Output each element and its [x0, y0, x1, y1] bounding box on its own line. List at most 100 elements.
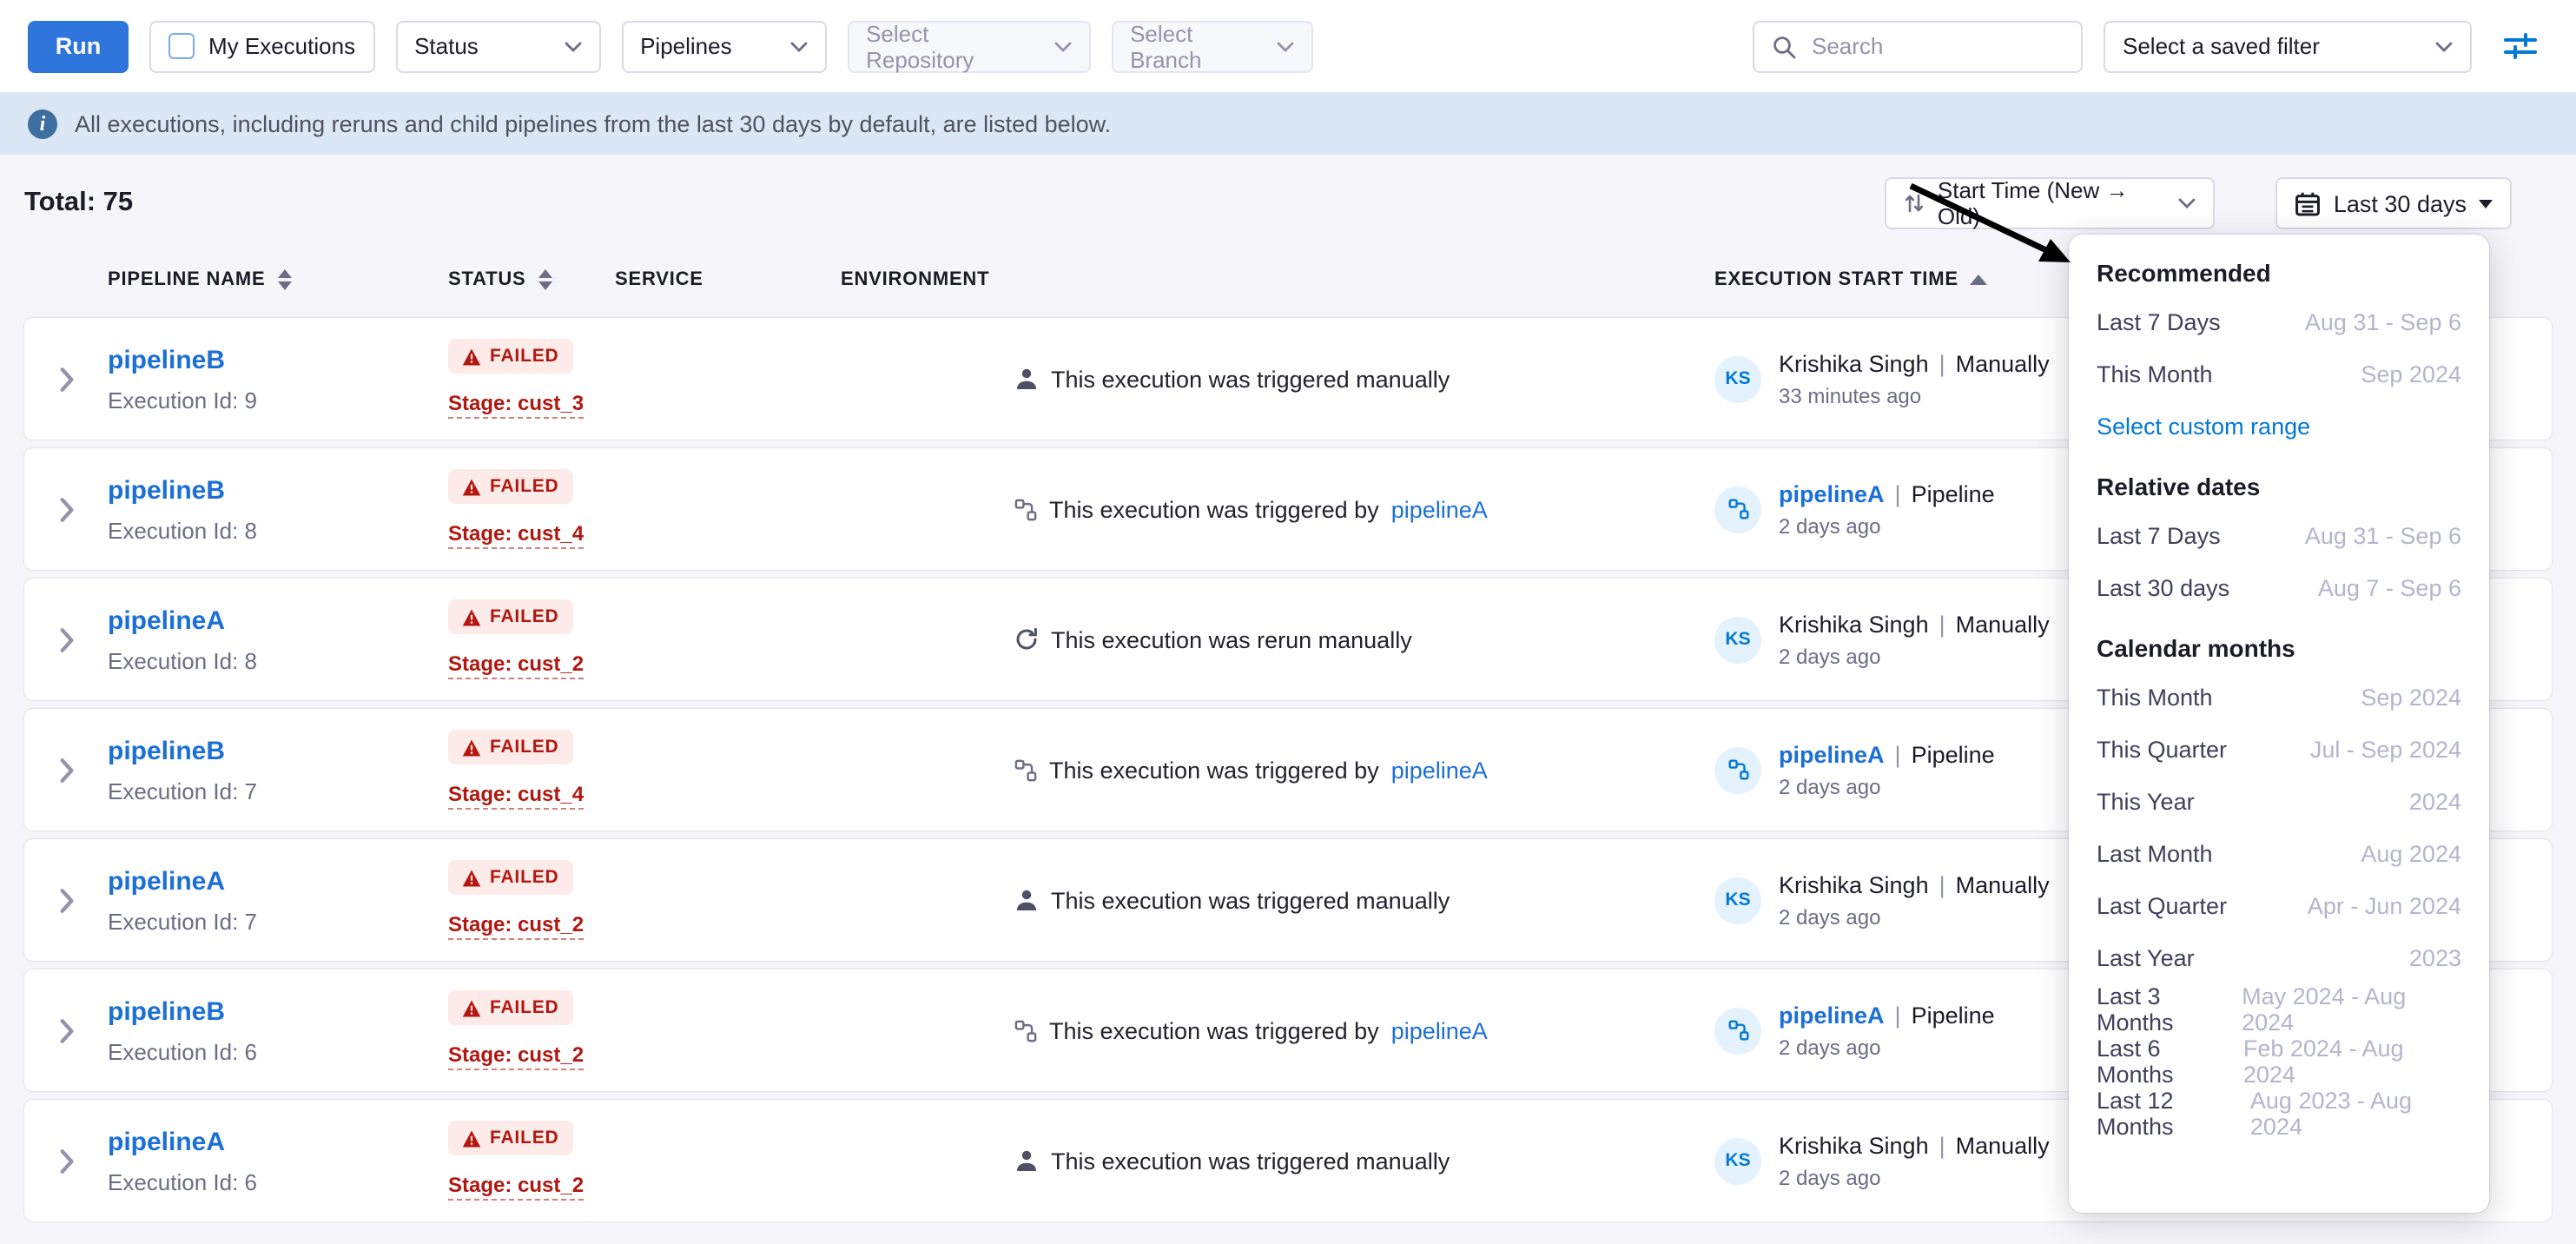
expand-chevron-icon[interactable]	[58, 626, 74, 652]
date-menu-item[interactable]: Last Year 2023	[2097, 931, 2461, 983]
execution-time: 2 days ago	[1779, 644, 2050, 668]
date-menu-item[interactable]: Last Month Aug 2024	[2097, 827, 2461, 879]
column-header-status[interactable]: STATUS	[448, 269, 615, 290]
sort-toggle-icon[interactable]	[278, 269, 292, 290]
warning-icon	[462, 478, 481, 497]
date-menu-section: Relative dates Last 7 Days Aug 31 - Sep …	[2097, 473, 2461, 613]
info-banner: i All executions, including reruns and c…	[0, 92, 2576, 155]
sort-select[interactable]: Start Time (New → Old)	[1886, 177, 2216, 229]
failed-stage-link[interactable]: Stage: cust_2	[448, 912, 584, 940]
run-button[interactable]: Run	[28, 20, 129, 72]
date-range-menu: Recommended Last 7 Days Aug 31 - Sep 6 T…	[2069, 235, 2489, 1213]
date-menu-item-range: Aug 31 - Sep 6	[2305, 522, 2461, 548]
trigger-pipeline-link[interactable]: pipelineA	[1391, 1017, 1488, 1043]
branch-filter-select[interactable]: Select Branch	[1111, 20, 1312, 72]
failed-stage-link[interactable]: Stage: cust_3	[448, 391, 584, 419]
pipeline-name-link[interactable]: pipelineA	[108, 1127, 225, 1156]
status-badge: FAILED	[448, 861, 573, 896]
date-menu-item-label: This Quarter	[2097, 736, 2227, 762]
my-executions-checkbox[interactable]	[168, 33, 195, 59]
date-range-button[interactable]: Last 30 days	[2276, 177, 2512, 229]
date-menu-item-label: This Month	[2097, 361, 2213, 387]
chevron-down-icon	[1054, 41, 1071, 51]
starter-pipeline-link[interactable]: pipelineA	[1779, 480, 1885, 506]
execution-time: 33 minutes ago	[1779, 383, 2050, 407]
column-header-pipeline-name[interactable]: PIPELINE NAME	[108, 269, 448, 290]
pipeline-name-link[interactable]: pipelineB	[108, 345, 225, 374]
execution-time: 2 days ago	[1779, 1035, 1995, 1059]
failed-stage-link[interactable]: Stage: cust_4	[448, 521, 584, 549]
pipeline-name-link[interactable]: pipelineB	[108, 736, 225, 765]
date-menu-item-range: Aug 7 - Sep 6	[2318, 574, 2461, 600]
pipeline-trigger-icon	[1014, 1019, 1037, 1042]
trigger-info: This execution was rerun manually	[1014, 626, 1631, 652]
execution-time: 2 days ago	[1779, 1165, 2050, 1189]
pipelines-filter-select[interactable]: Pipelines	[621, 20, 826, 72]
status-filter-select[interactable]: Status	[395, 20, 600, 72]
filter-sliders-icon[interactable]	[2503, 31, 2538, 61]
failed-stage-link[interactable]: Stage: cust_4	[448, 782, 584, 810]
date-menu-item[interactable]: This Month Sep 2024	[2097, 671, 2461, 723]
pipeline-name-link[interactable]: pipelineA	[108, 866, 225, 896]
trigger-text: This execution was triggered manually	[1051, 887, 1450, 913]
date-menu-section: Calendar months This Month Sep 2024 This…	[2097, 634, 2461, 1140]
date-menu-custom-range-link[interactable]: Select custom range	[2097, 400, 2461, 452]
date-menu-item[interactable]: This Year 2024	[2097, 775, 2461, 827]
warning-icon	[462, 999, 481, 1018]
date-menu-item-label: Last Quarter	[2097, 892, 2227, 918]
pipeline-name-link[interactable]: pipelineA	[108, 605, 225, 635]
date-menu-item-range: 2023	[2409, 944, 2461, 970]
sort-select-label: Start Time (New → Old)	[1938, 177, 2167, 229]
date-menu-item-label: Last 30 days	[2097, 574, 2229, 600]
date-menu-item[interactable]: Last 6 Months Feb 2024 - Aug 2024	[2097, 1036, 2461, 1088]
search-input[interactable]	[1808, 31, 2064, 61]
expand-chevron-icon[interactable]	[58, 1017, 74, 1043]
starter-pipeline-link[interactable]: pipelineA	[1779, 1002, 1885, 1028]
trigger-text: This execution was triggered by	[1049, 757, 1379, 783]
date-menu-item[interactable]: Last 3 Months May 2024 - Aug 2024	[2097, 983, 2461, 1036]
chevron-down-icon	[2179, 198, 2196, 208]
pipeline-name-link[interactable]: pipelineB	[108, 996, 225, 1026]
date-menu-item[interactable]: This Month Sep 2024	[2097, 347, 2461, 400]
rerun-icon	[1014, 627, 1039, 652]
date-menu-item[interactable]: Last 7 Days Aug 31 - Sep 6	[2097, 295, 2461, 347]
expand-chevron-icon[interactable]	[58, 887, 74, 913]
trigger-pipeline-link[interactable]: pipelineA	[1391, 496, 1488, 522]
expand-chevron-icon[interactable]	[58, 496, 74, 522]
date-menu-item-label: This Month	[2097, 684, 2213, 710]
expand-chevron-icon[interactable]	[58, 1148, 74, 1174]
date-menu-item-label: Last 12 Months	[2097, 1088, 2250, 1140]
date-menu-item-range: 2024	[2409, 788, 2461, 814]
toolbar: Run My Executions Status Pipelines Selec…	[0, 0, 2576, 92]
date-menu-item[interactable]: Last 7 Days Aug 31 - Sep 6	[2097, 509, 2461, 561]
starter-pipeline-link[interactable]: pipelineA	[1779, 741, 1885, 767]
repository-filter-select[interactable]: Select Repository	[847, 20, 1090, 72]
expand-chevron-icon[interactable]	[58, 366, 74, 392]
status-badge: FAILED	[448, 470, 573, 505]
failed-stage-link[interactable]: Stage: cust_2	[448, 1042, 584, 1070]
date-menu-item[interactable]: Last Quarter Apr - Jun 2024	[2097, 879, 2461, 931]
pipeline-trigger-icon	[1014, 498, 1037, 520]
date-menu-item-range: Aug 2023 - Aug 2024	[2250, 1088, 2461, 1140]
execution-time: 2 days ago	[1779, 904, 2050, 929]
trigger-pipeline-link[interactable]: pipelineA	[1391, 757, 1488, 783]
date-menu-item[interactable]: Last 12 Months Aug 2023 - Aug 2024	[2097, 1088, 2461, 1140]
trigger-info: This execution was triggered by pipeline…	[1014, 1017, 1631, 1043]
search-box[interactable]	[1753, 20, 2083, 72]
date-menu-item-label: Select custom range	[2097, 413, 2310, 439]
trigger-info: This execution was triggered manually	[1014, 1148, 1631, 1174]
status-badge: FAILED	[448, 991, 573, 1026]
user-icon	[1014, 367, 1039, 391]
date-menu-item[interactable]: Last 30 days Aug 7 - Sep 6	[2097, 561, 2461, 613]
date-menu-item-label: Last 6 Months	[2097, 1036, 2243, 1088]
saved-filter-select[interactable]: Select a saved filter	[2104, 20, 2472, 72]
date-menu-item-label: Last Month	[2097, 840, 2213, 866]
expand-chevron-icon[interactable]	[58, 757, 74, 783]
pipeline-name-link[interactable]: pipelineB	[108, 475, 225, 505]
failed-stage-link[interactable]: Stage: cust_2	[448, 1173, 584, 1201]
date-menu-item[interactable]: This Quarter Jul - Sep 2024	[2097, 723, 2461, 775]
sort-toggle-icon[interactable]	[538, 269, 552, 290]
failed-stage-link[interactable]: Stage: cust_2	[448, 652, 584, 679]
my-executions-toggle[interactable]: My Executions	[149, 20, 374, 72]
info-banner-text: All executions, including reruns and chi…	[75, 110, 1111, 136]
